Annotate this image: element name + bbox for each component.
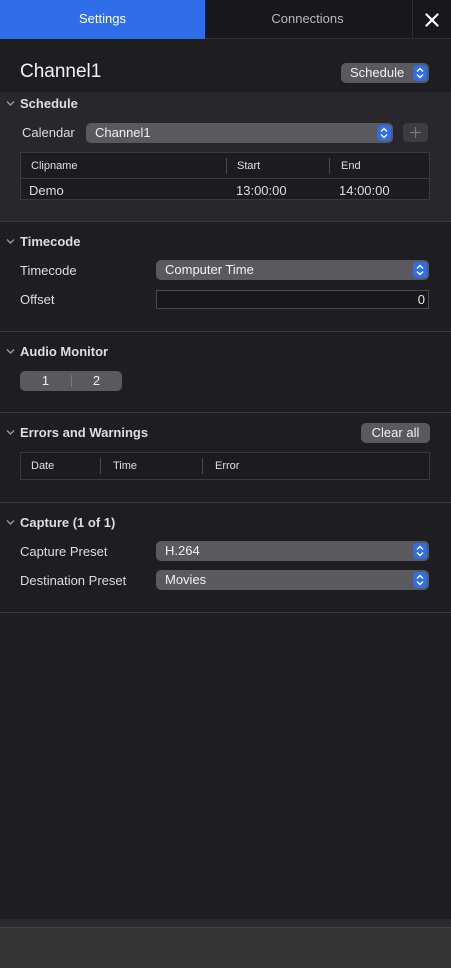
column-header-clipname[interactable]: Clipname xyxy=(31,160,77,172)
mode-popup[interactable]: Schedule xyxy=(341,63,429,83)
column-header-error[interactable]: Error xyxy=(215,460,239,472)
timecode-popup-label: Computer Time xyxy=(165,262,254,277)
column-separator[interactable] xyxy=(329,158,330,174)
section-title: Audio Monitor xyxy=(20,344,109,359)
section-title: Timecode xyxy=(20,234,81,249)
tab-bar: Settings Connections xyxy=(0,0,451,39)
schedule-table-header: Clipname Start End xyxy=(21,153,429,179)
divider xyxy=(0,221,451,222)
schedule-table: Clipname Start End Demo 13:00:00 14:00:0… xyxy=(20,152,430,200)
channel-title: Channel1 xyxy=(20,61,102,82)
calendar-popup[interactable]: Channel1 xyxy=(86,123,393,143)
chevron-down-icon xyxy=(6,520,15,525)
popup-stepper-icon xyxy=(413,543,427,559)
errors-table-header: Date Time Error xyxy=(21,453,429,479)
channel-header: Channel1 Schedule xyxy=(0,39,451,92)
calendar-popup-label: Channel1 xyxy=(95,125,151,140)
chevron-down-icon xyxy=(6,430,15,435)
tab-connections[interactable]: Connections xyxy=(205,0,410,39)
audio-monitor-segmented-control: 1 2 xyxy=(20,371,122,391)
timecode-section-header[interactable]: Timecode xyxy=(0,230,451,254)
destination-preset-label: Destination Preset xyxy=(20,573,127,588)
column-separator[interactable] xyxy=(202,458,203,474)
add-calendar-button[interactable] xyxy=(403,123,428,142)
audio-monitor-segment-1[interactable]: 1 xyxy=(20,371,71,391)
offset-label: Offset xyxy=(20,292,55,307)
mode-popup-label: Schedule xyxy=(350,65,405,80)
tab-settings[interactable]: Settings xyxy=(0,0,205,39)
cell-clipname[interactable]: Demo xyxy=(29,183,64,198)
column-header-start[interactable]: Start xyxy=(237,160,260,172)
offset-input[interactable]: 0 xyxy=(156,290,429,309)
chevron-down-icon xyxy=(6,349,15,354)
popup-stepper-icon xyxy=(413,572,427,588)
capture-section-header[interactable]: Capture (1 of 1) xyxy=(0,511,451,535)
calendar-label: Calendar xyxy=(22,125,75,140)
close-icon xyxy=(425,12,439,27)
popup-stepper-icon xyxy=(377,125,391,141)
column-separator[interactable] xyxy=(100,458,101,474)
clear-all-button[interactable]: Clear all xyxy=(361,423,430,443)
capture-preset-label: Capture Preset xyxy=(20,544,108,559)
column-header-time[interactable]: Time xyxy=(113,460,137,472)
destination-preset-popup[interactable]: Movies xyxy=(156,570,429,590)
divider xyxy=(0,502,451,503)
divider xyxy=(0,412,451,413)
section-title: Capture (1 of 1) xyxy=(20,515,116,530)
section-title: Schedule xyxy=(20,96,78,111)
column-separator[interactable] xyxy=(226,158,227,174)
errors-table: Date Time Error xyxy=(20,452,430,480)
audio-monitor-section-header[interactable]: Audio Monitor xyxy=(0,340,451,364)
popup-stepper-icon xyxy=(413,65,427,81)
section-title: Errors and Warnings xyxy=(20,425,149,440)
audio-monitor-segment-2[interactable]: 2 xyxy=(71,371,122,391)
divider xyxy=(0,331,451,332)
chevron-down-icon xyxy=(6,101,15,106)
divider xyxy=(0,612,451,613)
cell-end[interactable]: 14:00:00 xyxy=(339,183,390,198)
cell-start[interactable]: 13:00:00 xyxy=(236,183,287,198)
capture-preset-popup[interactable]: H.264 xyxy=(156,541,429,561)
chevron-down-icon xyxy=(6,239,15,244)
plus-icon xyxy=(410,127,421,138)
column-header-end[interactable]: End xyxy=(341,160,361,172)
column-header-date[interactable]: Date xyxy=(31,460,54,472)
timecode-label: Timecode xyxy=(20,263,77,278)
status-bar xyxy=(0,927,451,968)
timecode-popup[interactable]: Computer Time xyxy=(156,260,429,280)
destination-preset-popup-label: Movies xyxy=(165,572,207,587)
capture-preset-popup-label: H.264 xyxy=(165,543,200,558)
bottom-bar xyxy=(0,919,451,968)
schedule-section-header[interactable]: Schedule xyxy=(0,92,451,116)
popup-stepper-icon xyxy=(413,262,427,278)
close-button[interactable] xyxy=(412,0,451,39)
